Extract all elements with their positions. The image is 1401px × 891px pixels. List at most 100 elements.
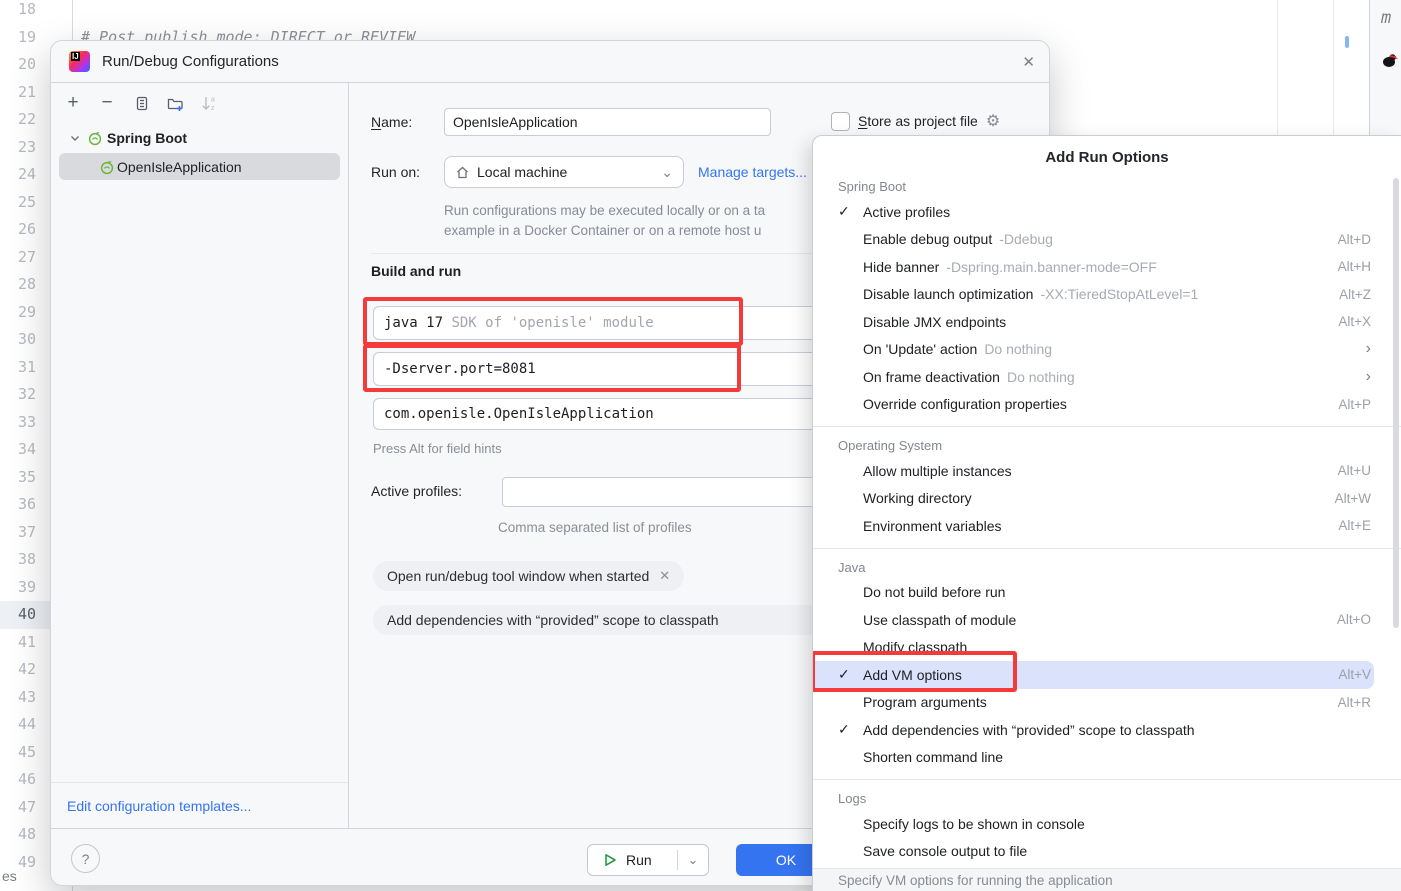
menu-item-environment-variables[interactable]: Environment variablesAlt+E xyxy=(813,512,1401,540)
menu-item-shortcut: Alt+U xyxy=(1338,463,1371,478)
line-number-23: 23 xyxy=(0,134,36,162)
menu-item-disable-jmx-endpoints[interactable]: Disable JMX endpointsAlt+X xyxy=(813,308,1401,336)
menu-item-disable-launch-optimization[interactable]: Disable launch optimization-XX:TieredSto… xyxy=(813,281,1401,309)
build-and-run-header: Build and run xyxy=(371,263,461,279)
menu-divider xyxy=(813,548,1401,549)
main-class-field[interactable]: com.openisle.OpenIsleApplication xyxy=(373,398,871,430)
partial-code-text: m xyxy=(1381,8,1391,28)
edit-configuration-templates-link[interactable]: Edit configuration templates... xyxy=(67,798,251,814)
menu-item-label: On frame deactivation xyxy=(863,369,1000,385)
menu-item-shortcut: Alt+H xyxy=(1338,259,1371,274)
add-configuration-icon[interactable]: + xyxy=(63,93,83,113)
run-options-dropdown[interactable]: ⌄ xyxy=(678,852,708,868)
run-on-label: Run on: xyxy=(371,164,420,180)
line-number-22: 22 xyxy=(0,106,36,134)
menu-item-save-console-output-to-file[interactable]: Save console output to file xyxy=(813,838,1401,866)
menu-item-active-profiles[interactable]: ✓Active profiles xyxy=(813,198,1401,226)
configurations-toolbar: + − a z xyxy=(51,83,348,121)
menu-item-shortcut: Alt+W xyxy=(1335,491,1371,506)
chevron-down-icon: ⌄ xyxy=(661,164,673,181)
menu-item-program-arguments[interactable]: Program argumentsAlt+R xyxy=(813,689,1401,717)
vm-options-field[interactable]: -Dserver.port=8081 xyxy=(373,352,871,386)
menu-item-add-dependencies-with-provided-scope-to-classpath[interactable]: ✓Add dependencies with “provided” scope … xyxy=(813,716,1401,744)
tree-item-spring-boot[interactable]: Spring Boot xyxy=(59,125,340,151)
menu-item-on-frame-deactivation[interactable]: On frame deactivationDo nothing› xyxy=(813,363,1401,391)
tag-open-run-debug-tool-window[interactable]: Open run/debug tool window when started … xyxy=(373,561,684,591)
menu-item-hide-banner[interactable]: Hide banner-Dspring.main.banner-mode=OFF… xyxy=(813,253,1401,281)
active-profiles-label: Active profiles: xyxy=(371,483,462,499)
tag-add-provided-dependencies[interactable]: Add dependencies with “provided” scope t… xyxy=(373,605,871,635)
menu-item-allow-multiple-instances[interactable]: Allow multiple instances Alt+U xyxy=(813,457,1401,485)
menu-item-shortcut: Alt+D xyxy=(1338,232,1371,247)
menu-item-label: Use classpath of module xyxy=(863,612,1016,628)
intellij-logo-icon: IJ xyxy=(69,51,90,72)
tree-item-openisleapplication[interactable]: OpenIsleApplication xyxy=(59,153,340,180)
submenu-arrow-icon: › xyxy=(1366,368,1371,386)
line-number-33: 33 xyxy=(0,409,36,437)
remove-tag-icon[interactable]: ✕ xyxy=(659,568,670,584)
line-number-29: 29 xyxy=(0,299,36,327)
remove-configuration-icon[interactable]: − xyxy=(97,93,117,113)
popup-footer-hint: Specify VM options for running the appli… xyxy=(813,868,1401,891)
menu-item-on-update-action[interactable]: On 'Update' actionDo nothing› xyxy=(813,336,1401,364)
close-icon[interactable]: ✕ xyxy=(1022,53,1035,71)
run-button[interactable]: Run ⌄ xyxy=(587,844,709,876)
menu-item-label: On 'Update' action xyxy=(863,341,977,357)
line-number-34: 34 xyxy=(0,436,36,464)
popup-scrollbar[interactable] xyxy=(1393,178,1399,628)
menu-item-label: Allow multiple instances xyxy=(863,463,1012,479)
chevron-down-icon[interactable] xyxy=(67,130,83,146)
jre-field[interactable]: java 17 SDK of 'openisle' module xyxy=(373,306,871,340)
line-number-19: 19 xyxy=(0,24,36,52)
menu-section-java: Java xyxy=(813,553,1401,579)
menu-item-specify-logs-to-be-shown-in-console[interactable]: Specify logs to be shown in console xyxy=(813,810,1401,838)
dialog-title: Run/Debug Configurations xyxy=(102,53,279,70)
new-folder-icon[interactable] xyxy=(165,93,185,113)
menu-item-enable-debug-output[interactable]: Enable debug output-DdebugAlt+D xyxy=(813,226,1401,254)
menu-item-label: Override configuration properties xyxy=(863,396,1067,412)
menu-item-do-not-build-before-run[interactable]: Do not build before run xyxy=(813,579,1401,607)
menu-item-label: Working directory xyxy=(863,490,972,506)
line-number-41: 41 xyxy=(0,629,36,657)
sort-configurations-icon[interactable]: a z xyxy=(199,93,219,113)
line-number-30: 30 xyxy=(0,326,36,354)
dialog-titlebar: IJ Run/Debug Configurations ✕ xyxy=(51,41,1049,83)
menu-item-add-vm-options[interactable]: ✓Add VM optionsAlt+V xyxy=(813,661,1374,689)
store-as-project-file-row: Store as project file ⚙ xyxy=(831,111,1000,131)
menu-item-shortcut: Alt+O xyxy=(1337,612,1371,627)
edit-templates-row: Edit configuration templates... xyxy=(51,782,348,829)
line-number-21: 21 xyxy=(0,79,36,107)
help-button[interactable]: ? xyxy=(71,844,100,873)
run-on-description: Run configurations may be executed local… xyxy=(444,201,765,241)
line-number-37: 37 xyxy=(0,519,36,547)
menu-item-use-classpath-of-module[interactable]: Use classpath of module Alt+O xyxy=(813,606,1401,634)
line-number-18: 18 xyxy=(0,0,36,24)
gear-icon[interactable]: ⚙ xyxy=(986,111,1000,131)
submenu-arrow-icon: › xyxy=(1366,340,1371,358)
configurations-panel: + − a z xyxy=(51,83,349,829)
menu-item-shorten-command-line[interactable]: Shorten command line xyxy=(813,744,1401,772)
menu-item-label: Add dependencies with “provided” scope t… xyxy=(863,722,1195,738)
configurations-tree: Spring Boot OpenIsleApplication xyxy=(51,121,348,180)
menu-item-label: Hide banner xyxy=(863,259,939,275)
menu-item-label: Disable launch optimization xyxy=(863,286,1033,302)
menu-item-annotation: -Ddebug xyxy=(999,231,1053,247)
popup-menu: Spring Boot✓Active profilesEnable debug … xyxy=(813,172,1401,865)
menu-item-working-directory[interactable]: Working directory Alt+W xyxy=(813,485,1401,513)
copy-configuration-icon[interactable] xyxy=(131,93,151,113)
manage-targets-link[interactable]: Manage targets... xyxy=(698,164,807,180)
store-as-project-file-checkbox[interactable] xyxy=(831,112,850,131)
spring-boot-icon xyxy=(87,130,103,146)
line-number-44: 44 xyxy=(0,711,36,739)
editor-gutter[interactable]: 1819202122232425262728293031323334353637… xyxy=(0,0,50,891)
run-on-value: Local machine xyxy=(477,164,654,180)
menu-item-modify-classpath[interactable]: Modify classpath xyxy=(813,634,1401,662)
active-profiles-hint: Comma separated list of profiles xyxy=(498,520,692,535)
name-input[interactable]: OpenIsleApplication xyxy=(444,108,771,136)
line-number-36: 36 xyxy=(0,491,36,519)
line-number-42: 42 xyxy=(0,656,36,684)
line-number-38: 38 xyxy=(0,546,36,574)
menu-item-override-configuration-properties[interactable]: Override configuration propertiesAlt+P xyxy=(813,391,1401,419)
bird-file-icon xyxy=(1382,53,1398,68)
run-on-select[interactable]: Local machine ⌄ xyxy=(444,156,684,188)
